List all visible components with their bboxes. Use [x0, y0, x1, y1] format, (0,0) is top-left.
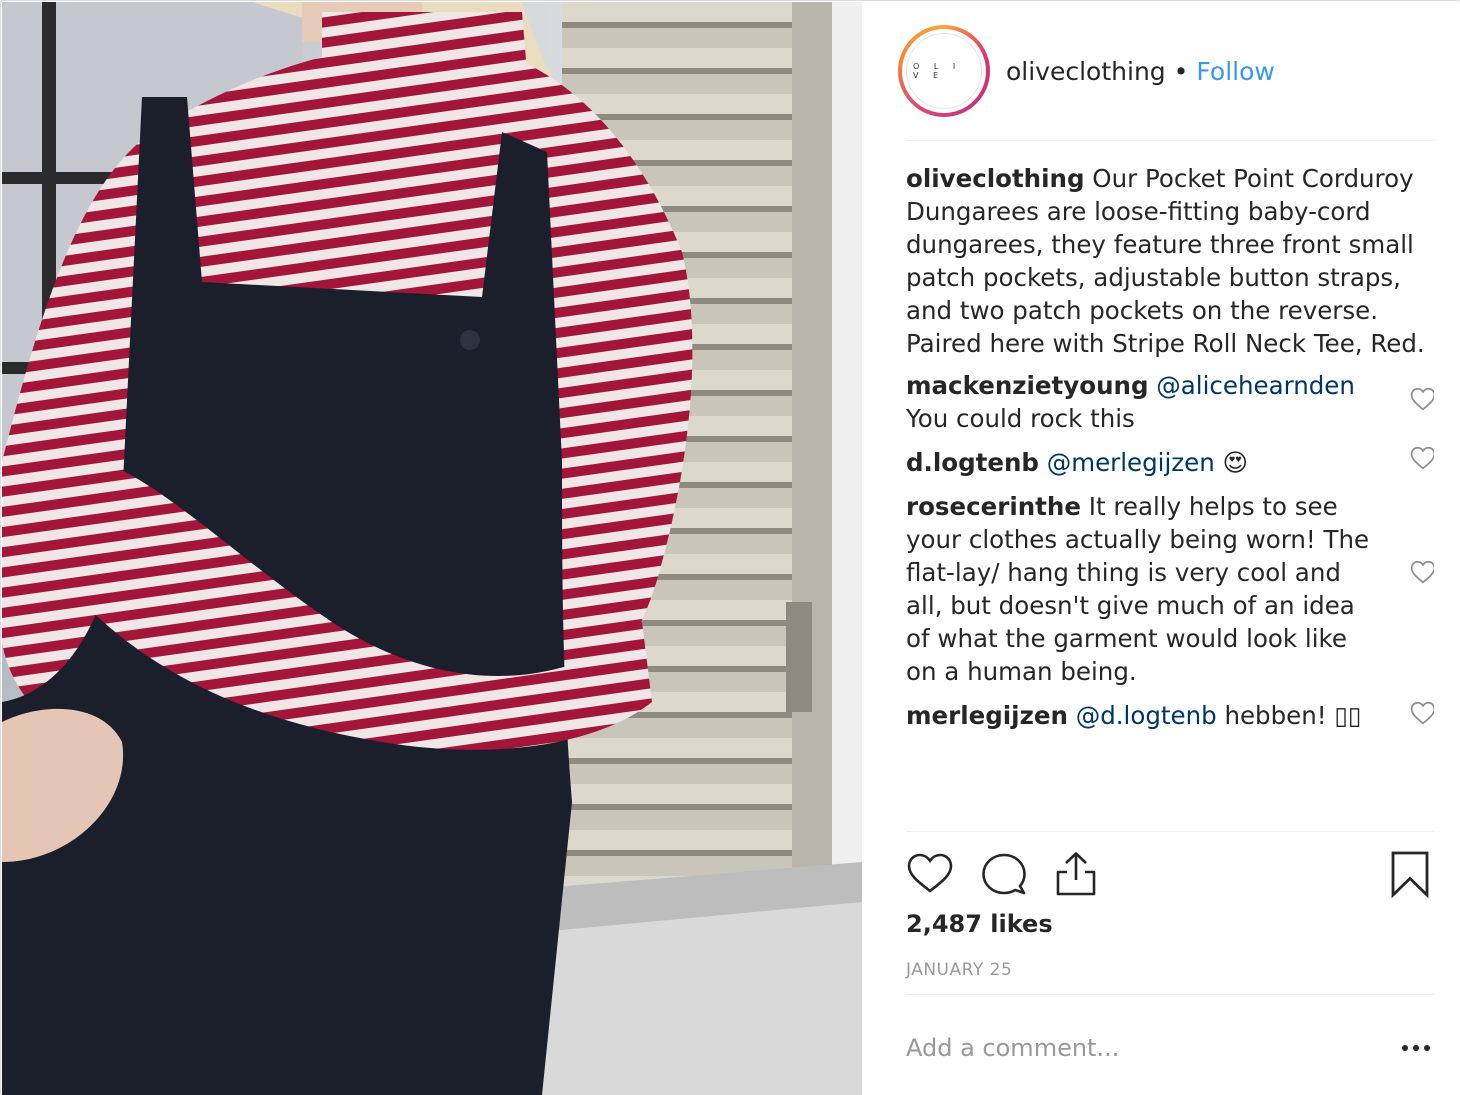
comment-item: d.logtenb @merlegijzen 😍 [906, 446, 1434, 479]
comment-bubble-icon[interactable] [980, 850, 1028, 898]
avatar-logo: O L I V E [906, 33, 982, 109]
comment-username[interactable]: merlegijzen [906, 701, 1068, 730]
comment-username[interactable]: rosecerinthe [906, 492, 1081, 521]
comment-text: hebben! ▯▯ [1216, 701, 1362, 730]
heart-icon[interactable] [906, 850, 954, 898]
add-comment-input[interactable] [906, 1030, 1326, 1066]
post-photo[interactable] [2, 2, 862, 1095]
comment-like-heart-icon[interactable] [1410, 387, 1434, 411]
comment-like-heart-icon[interactable] [1410, 560, 1434, 584]
post-card: O L I V E oliveclothing • Follow oliveclot… [0, 0, 1460, 1095]
comment-text: You could rock this [906, 404, 1135, 433]
comment-mention[interactable]: @d.logtenb [1076, 701, 1217, 730]
post-header: O L I V E oliveclothing • Follow [898, 22, 1434, 120]
share-upload-icon[interactable] [1052, 850, 1100, 898]
avatar-story-ring[interactable]: O L I V E [898, 25, 990, 117]
avatar: O L I V E [902, 29, 986, 113]
comment-like-heart-icon[interactable] [1410, 701, 1434, 725]
comment-username[interactable]: d.logtenb [906, 448, 1039, 477]
comment-input-divider [906, 994, 1434, 995]
comment-mention[interactable]: @merlegijzen [1047, 448, 1215, 477]
post-caption: oliveclothing Our Pocket Point Corduroy … [906, 162, 1434, 360]
post-actions [906, 848, 1434, 900]
bookmark-icon[interactable] [1386, 850, 1434, 898]
header-username[interactable]: oliveclothing [1006, 57, 1166, 86]
header-divider [906, 140, 1434, 141]
comment-item: merlegijzen @d.logtenb hebben! ▯▯ [906, 699, 1434, 732]
comment-text: 😍 [1214, 448, 1249, 477]
comments-list[interactable]: oliveclothing Our Pocket Point Corduroy … [906, 162, 1434, 812]
caption-username[interactable]: oliveclothing [906, 164, 1085, 193]
post-photo-illustration [2, 2, 862, 1095]
likes-count[interactable]: 2,487 likes [906, 910, 1053, 938]
header-text: oliveclothing • Follow [1006, 57, 1275, 86]
post-date[interactable]: JANUARY 25 [906, 960, 1012, 980]
comment-item: rosecerinthe It really helps to see your… [906, 490, 1434, 688]
caption-text: Our Pocket Point Corduroy Dungarees are … [906, 164, 1425, 358]
comment-like-heart-icon[interactable] [1410, 446, 1434, 470]
comment-username[interactable]: mackenzietyoung [906, 371, 1149, 400]
comment-mention[interactable]: @alicehearnden [1156, 371, 1355, 400]
header-separator: • [1173, 56, 1189, 86]
post-side-panel: O L I V E oliveclothing • Follow oliveclot… [862, 2, 1460, 1095]
more-options-icon[interactable] [1400, 1038, 1432, 1058]
comment-text: It really helps to see your clothes actu… [906, 492, 1370, 686]
comment-item: mackenzietyoung @alicehearnden You could… [906, 369, 1434, 435]
follow-button[interactable]: Follow [1196, 57, 1274, 86]
actions-divider [906, 831, 1434, 832]
avatar-logo-text: O L I V E [913, 62, 962, 80]
